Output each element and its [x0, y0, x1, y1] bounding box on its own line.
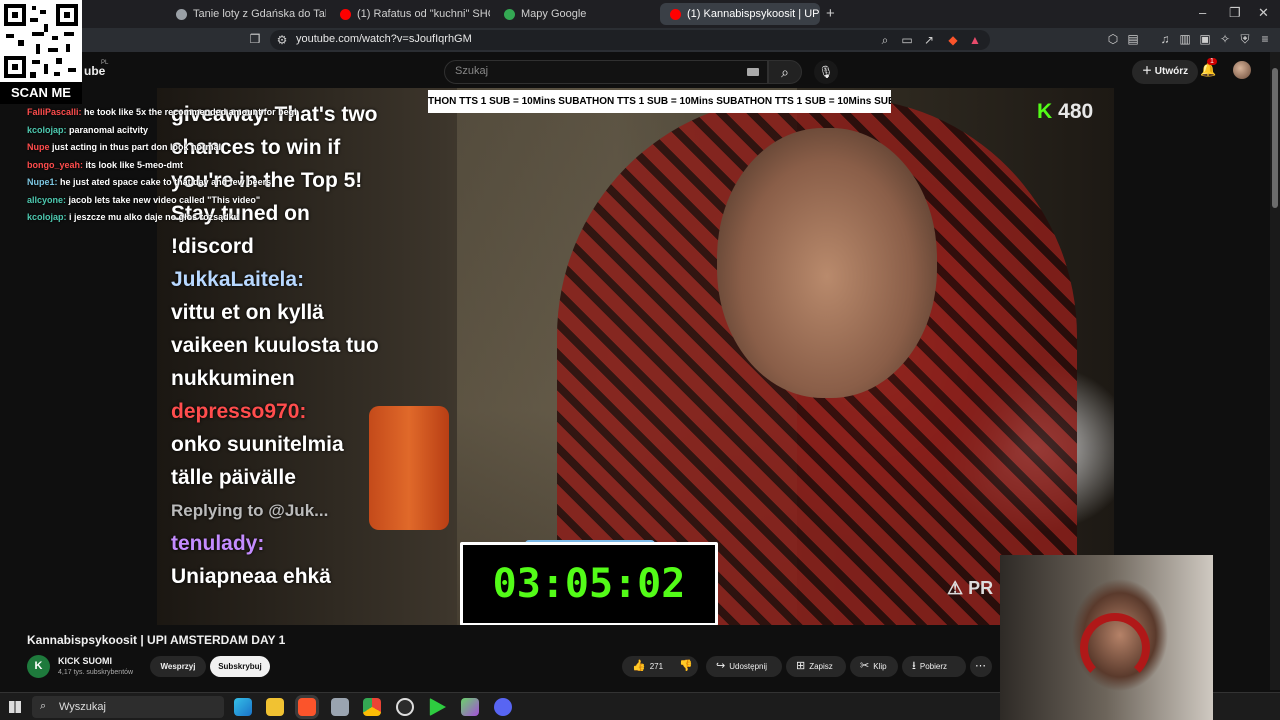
app-icon[interactable] — [461, 698, 479, 716]
more-horizontal-icon: ⋯ — [975, 660, 986, 672]
new-tab-button[interactable]: + — [826, 5, 835, 22]
logo-region: PL — [101, 60, 109, 66]
wallet-icon-2[interactable]: ▣ — [1198, 32, 1212, 46]
notification-badge: 1 — [1207, 58, 1217, 65]
address-bar-row: ❒ ⚙ youtube.com/watch?v=sJoufIqrhGM ⌕ ▭ … — [0, 28, 1280, 52]
app-icon[interactable] — [331, 698, 349, 716]
chat-message: FalliPascalli: he took like 5x the recom… — [27, 107, 297, 117]
minimize-icon[interactable]: – — [1199, 5, 1206, 20]
corner-watermark: ⚠ PR — [947, 578, 994, 598]
share-icon[interactable]: ↗ — [922, 33, 936, 47]
clip-button[interactable]: ✂ Klip — [850, 656, 898, 677]
obs-icon[interactable] — [396, 698, 414, 716]
menu-icon[interactable]: ≡ — [1258, 32, 1272, 46]
site-settings-icon[interactable]: ⚙ — [275, 33, 289, 47]
share-button[interactable]: ↪ Udostępnij — [706, 656, 782, 677]
stream-chat-log: FalliPascalli: he took like 5x the recom… — [27, 104, 297, 227]
subathon-ticker: THON TTS 1 SUB = 10Mins SUBATHON TTS 1 S… — [428, 90, 891, 113]
webcam-overlay — [1000, 555, 1213, 720]
qr-code-icon — [4, 4, 78, 78]
voice-search-button[interactable]: 🎙 — [814, 60, 838, 84]
brave-browser-icon[interactable] — [298, 698, 316, 716]
chat-message: Nupe just acting in thus part don look n… — [27, 142, 222, 152]
vpn-shield-icon[interactable]: ⛨ — [1238, 32, 1252, 46]
create-button[interactable]: ＋ Utwórz — [1132, 60, 1199, 84]
scan-me-label: SCAN ME — [0, 82, 82, 104]
close-window-icon[interactable]: ✕ — [1258, 5, 1269, 21]
file-explorer-icon[interactable] — [266, 698, 284, 716]
discord-icon[interactable] — [494, 698, 512, 716]
account-avatar[interactable] — [1233, 61, 1251, 79]
play-app-icon[interactable] — [429, 698, 446, 716]
plus-icon: ＋ — [1142, 66, 1155, 77]
extensions-icon[interactable]: ⬡ — [1106, 32, 1120, 46]
globe-icon — [176, 8, 187, 20]
qr-code-overlay: SCAN ME — [0, 0, 82, 104]
rewards-icon[interactable]: ▲ — [968, 33, 982, 47]
kick-logo-icon: K — [1037, 100, 1053, 123]
channel-name[interactable]: KICK SUOMI — [58, 656, 112, 666]
video-player[interactable]: giveaway. That's two chances to win if y… — [157, 88, 1114, 625]
chat-message: Nupe1: he just ated space cake to that d… — [27, 177, 272, 187]
save-playlist-icon: ⊞ — [796, 660, 806, 672]
url-field[interactable]: ⚙ youtube.com/watch?v=sJoufIqrhGM ⌕ ▭ ↗ … — [270, 30, 990, 50]
taskbar-search-input[interactable]: ⌕ Wyszukaj — [32, 696, 224, 718]
channel-avatar[interactable]: K — [27, 655, 50, 678]
join-button[interactable]: Wesprzyj — [150, 656, 206, 677]
youtube-logo[interactable]: ube — [84, 64, 105, 78]
scissors-icon: ✂ — [860, 660, 870, 672]
sidebar-icon[interactable]: ▥ — [1178, 32, 1192, 46]
media-icon[interactable]: ♫ — [1158, 32, 1172, 46]
edge-icon[interactable] — [234, 698, 252, 716]
subscriber-count: 4,17 tys. subskrybentów — [58, 669, 134, 676]
page-scrollbar[interactable] — [1270, 52, 1280, 690]
download-icon: ⭳ — [912, 660, 916, 672]
bookmark-icon[interactable]: ❒ — [248, 32, 262, 46]
browser-tab[interactable]: Mapy Google — [494, 3, 614, 25]
browser-tab[interactable]: (1) Rafatus od "kuchni" SHOWUP |HD — [330, 3, 490, 25]
chat-message: kcolojap: paranomal acitvity — [27, 124, 149, 135]
subscribe-button[interactable]: Subskrybuj — [210, 656, 270, 677]
youtube-header: ube PL Szukaj ⌕ 🎙 ＋ Utwórz 🔔 1 — [0, 52, 1280, 88]
share-arrow-icon: ↪ — [716, 660, 726, 672]
windows-start-icon[interactable] — [9, 701, 21, 713]
leo-ai-icon[interactable]: ✧ — [1218, 32, 1232, 46]
chat-message: bongo_yeah: its look like 5-meo-dmt — [27, 159, 184, 170]
save-button[interactable]: ⊞ Zapisz — [786, 656, 846, 677]
maps-pin-icon — [504, 8, 515, 20]
thumbs-up-icon[interactable]: 👍 — [632, 656, 646, 677]
wallet-icon[interactable]: ▤ — [1126, 32, 1140, 46]
browser-tab-active[interactable]: (1) Kannabispsykoosit | UPI A × — [660, 3, 820, 25]
screen: Tanie loty z Gdańska do Tallinna | Wi (1… — [0, 0, 1280, 720]
browser-tab[interactable]: Tanie loty z Gdańska do Tallinna | Wi — [166, 3, 326, 25]
subathon-timer: 03:05:02 — [460, 542, 718, 625]
viewer-count-badge: K 480 — [1037, 100, 1094, 123]
scrollbar-thumb[interactable] — [1272, 68, 1278, 208]
webcam-headset — [1080, 613, 1150, 683]
chrome-icon[interactable] — [363, 698, 381, 716]
video-title: Kannabispsykoosit | UPI AMSTERDAM DAY 1 — [27, 633, 286, 647]
search-icon: ⌕ — [40, 700, 47, 712]
screen-icon[interactable]: ▭ — [900, 33, 914, 47]
search-input[interactable]: Szukaj — [444, 60, 768, 84]
brave-shield-icon[interactable]: ◆ — [946, 33, 960, 47]
chat-message: kcolojap: i jeszcze mu alko daje no głos… — [27, 212, 240, 222]
like-dislike-group: 👍 271 👎 — [622, 656, 698, 677]
like-count: 271 — [649, 662, 664, 671]
search-icon: ⌕ — [781, 64, 789, 80]
mic-icon: 🎙 — [818, 65, 834, 79]
warning-icon: ⚠ — [947, 578, 969, 598]
browser-tab-strip: Tanie loty z Gdańska do Tallinna | Wi (1… — [0, 0, 1280, 28]
youtube-icon — [670, 8, 681, 20]
chat-message: allcyone: jacob lets take new video call… — [27, 194, 261, 205]
thumbs-down-icon[interactable]: 👎 — [679, 656, 693, 677]
keyboard-icon[interactable] — [747, 68, 759, 76]
video-frame-face — [717, 128, 937, 398]
youtube-icon — [340, 8, 351, 20]
restore-icon[interactable]: ❐ — [1229, 5, 1241, 21]
search-button[interactable]: ⌕ — [768, 60, 802, 84]
more-actions-button[interactable]: ⋯ — [970, 656, 992, 677]
zoom-icon[interactable]: ⌕ — [878, 33, 892, 47]
download-button[interactable]: ⭳ Pobierz — [902, 656, 966, 677]
